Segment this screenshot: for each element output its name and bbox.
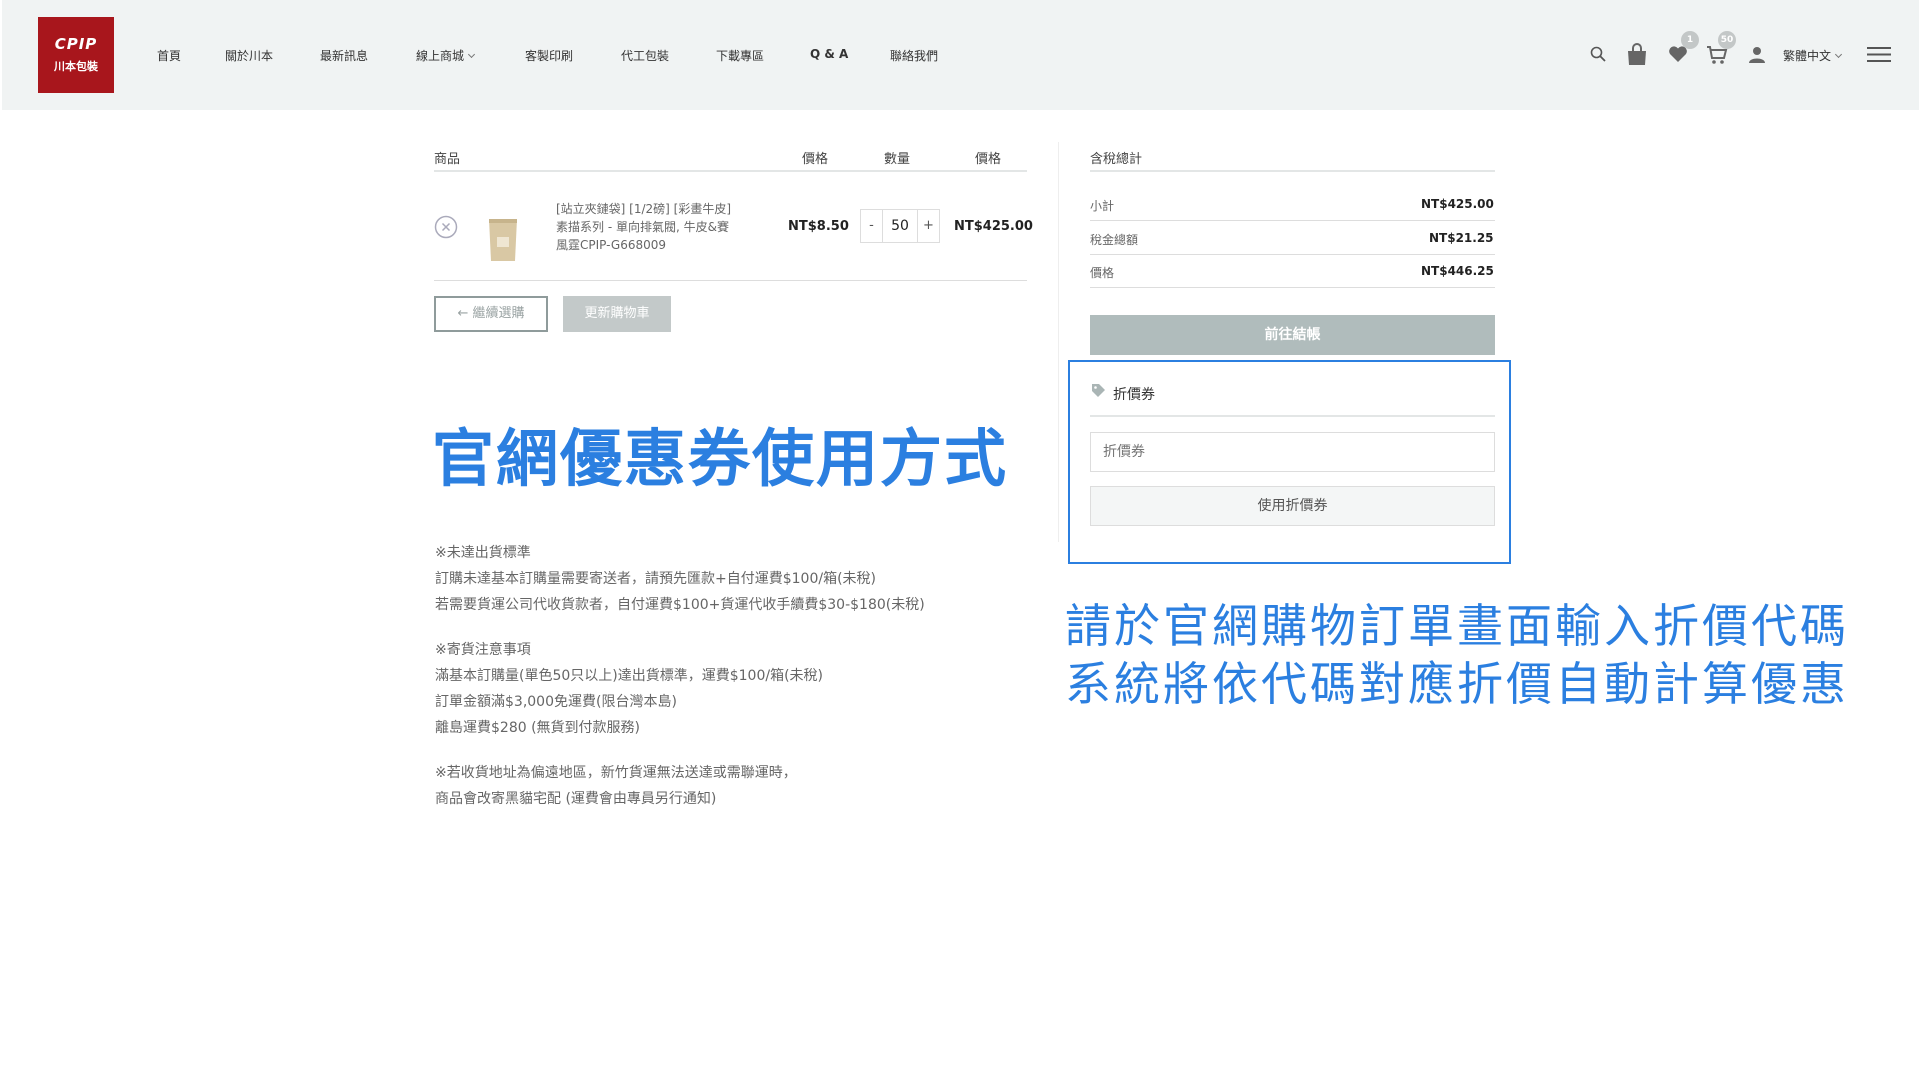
qty-increment-button[interactable]: + xyxy=(917,210,939,242)
tag-icon xyxy=(1092,384,1105,397)
note-line: ※若收貨地址為偏遠地區，新竹貨運無法送達或需聯運時， xyxy=(435,765,797,781)
product-name-line-3: 風霆CPIP-G668009 xyxy=(556,238,667,252)
update-cart-button[interactable]: 更新購物車 xyxy=(563,296,671,332)
product-name-line-1: [站立夾鏈袋] [1/2磅] [彩畫牛皮] xyxy=(556,202,732,216)
product-thumbnail[interactable] xyxy=(485,215,521,263)
cart-count-badge: 50 xyxy=(1718,31,1736,49)
note-line: 滿基本訂購量(單色50只以上)達出貨標準，運費$100/箱(未稅) xyxy=(435,668,824,684)
checkout-button[interactable]: 前往結帳 xyxy=(1090,315,1495,355)
nav-shop-label: 線上商城 xyxy=(416,49,465,63)
nav-about[interactable]: 關於川本 xyxy=(225,47,273,64)
apply-coupon-button[interactable]: 使用折價券 xyxy=(1090,486,1495,526)
note-line: 若需要貨運公司代收貨款者，自付運費$100+貨運代收手續費$30-$180(未稅… xyxy=(435,597,925,613)
nav-shop[interactable]: 線上商城 xyxy=(416,47,476,64)
shipping-notes-1: ※未達出貨標準 訂購未達基本訂購量需要寄送者，請預先匯款+自付運費$100/箱(… xyxy=(435,540,925,618)
summary-divider xyxy=(1090,170,1495,172)
continue-shopping-button[interactable]: ← 繼續選購 xyxy=(434,296,548,332)
col-price-header: 價格 xyxy=(802,152,829,167)
quantity-stepper: - 50 + xyxy=(860,209,940,243)
logo-mark: CPIP xyxy=(54,35,98,53)
row-divider xyxy=(434,280,1027,281)
coupon-code-input[interactable] xyxy=(1090,432,1495,472)
shipping-notes-2: ※寄貨注意事項 滿基本訂購量(單色50只以上)達出貨標準，運費$100/箱(未稅… xyxy=(435,637,823,741)
note-line: 離島運費$280 (無貨到付款服務) xyxy=(435,720,641,736)
logo-name: 川本包裝 xyxy=(54,60,98,73)
unit-price: NT$8.50 xyxy=(788,219,849,234)
shopping-bag-icon[interactable] xyxy=(1625,42,1649,66)
col-qty-header: 數量 xyxy=(884,152,911,167)
coupon-divider xyxy=(1090,415,1495,417)
nav-news[interactable]: 最新訊息 xyxy=(320,47,368,64)
chevron-down-icon xyxy=(1834,50,1843,59)
user-icon[interactable] xyxy=(1748,46,1766,63)
row-divider xyxy=(1090,220,1495,221)
brand-logo[interactable]: CPIP 川本包裝 xyxy=(38,17,114,93)
tax-value: NT$21.25 xyxy=(1429,231,1494,245)
subtotal-value: NT$425.00 xyxy=(1421,197,1494,211)
site-header: CPIP 川本包裝 首頁 關於川本 最新訊息 線上商城 客製印刷 代工包裝 下載… xyxy=(2,0,1919,110)
product-name-line-2: 素描系列 - 單向排氣閥, 牛皮&賽 xyxy=(556,220,729,234)
column-divider xyxy=(1058,142,1059,542)
coupon-title: 折價券 xyxy=(1113,387,1155,403)
total-value: NT$446.25 xyxy=(1421,264,1494,278)
row-divider xyxy=(1090,254,1495,255)
subtotal-label: 小計 xyxy=(1090,199,1115,213)
nav-downloads[interactable]: 下載專區 xyxy=(716,47,764,64)
col-total-header: 價格 xyxy=(975,152,1002,167)
summary-title: 含稅總計 xyxy=(1090,152,1143,167)
total-label: 價格 xyxy=(1090,266,1115,280)
product-name-link[interactable]: [站立夾鏈袋] [1/2磅] [彩畫牛皮] 素描系列 - 單向排氣閥, 牛皮&賽… xyxy=(556,200,766,254)
row-divider xyxy=(1090,287,1495,288)
wishlist-count-badge: 1 xyxy=(1681,31,1699,49)
language-label: 繁體中文 xyxy=(1783,49,1832,63)
instruction-line-1: 請於官網購物訂單畫面輸入折價代碼 xyxy=(1065,599,1849,653)
tax-label: 稅金總額 xyxy=(1090,233,1139,247)
note-line: ※未達出貨標準 xyxy=(435,545,531,561)
hamburger-menu-icon[interactable] xyxy=(1867,46,1891,63)
note-line: ※寄貨注意事項 xyxy=(435,642,531,658)
page-headline: 官網優惠券使用方式 xyxy=(432,422,1009,495)
note-line: 商品會改寄黑貓宅配 (運費會由專員另行通知) xyxy=(435,791,717,807)
table-header-divider xyxy=(434,170,1027,172)
qty-decrement-button[interactable]: - xyxy=(861,210,883,242)
chevron-down-icon xyxy=(467,50,476,59)
nav-contact[interactable]: 聯絡我們 xyxy=(890,47,938,64)
col-product-header: 商品 xyxy=(434,152,461,167)
nav-custom-print[interactable]: 客製印刷 xyxy=(525,47,573,64)
coupon-highlight-box: 折價券 使用折價券 xyxy=(1068,360,1511,564)
nav-oem-packing[interactable]: 代工包裝 xyxy=(621,47,669,64)
nav-home[interactable]: 首頁 xyxy=(157,47,181,64)
instruction-line-2: 系統將依代碼對應折價自動計算優惠 xyxy=(1065,657,1849,711)
qty-input[interactable]: 50 xyxy=(883,210,917,242)
remove-item-icon[interactable] xyxy=(434,215,458,239)
note-line: 訂購未達基本訂購量需要寄送者，請預先匯款+自付運費$100/箱(未稅) xyxy=(435,571,876,587)
line-total: NT$425.00 xyxy=(954,219,1033,234)
shipping-notes-3: ※若收貨地址為偏遠地區，新竹貨運無法送達或需聯運時， 商品會改寄黑貓宅配 (運費… xyxy=(435,760,797,812)
nav-qa[interactable]: Q & A xyxy=(810,47,848,61)
language-selector[interactable]: 繁體中文 xyxy=(1783,47,1843,64)
search-icon[interactable] xyxy=(1590,46,1606,62)
note-line: 訂單金額滿$3,000免運費(限台灣本島) xyxy=(435,694,677,710)
